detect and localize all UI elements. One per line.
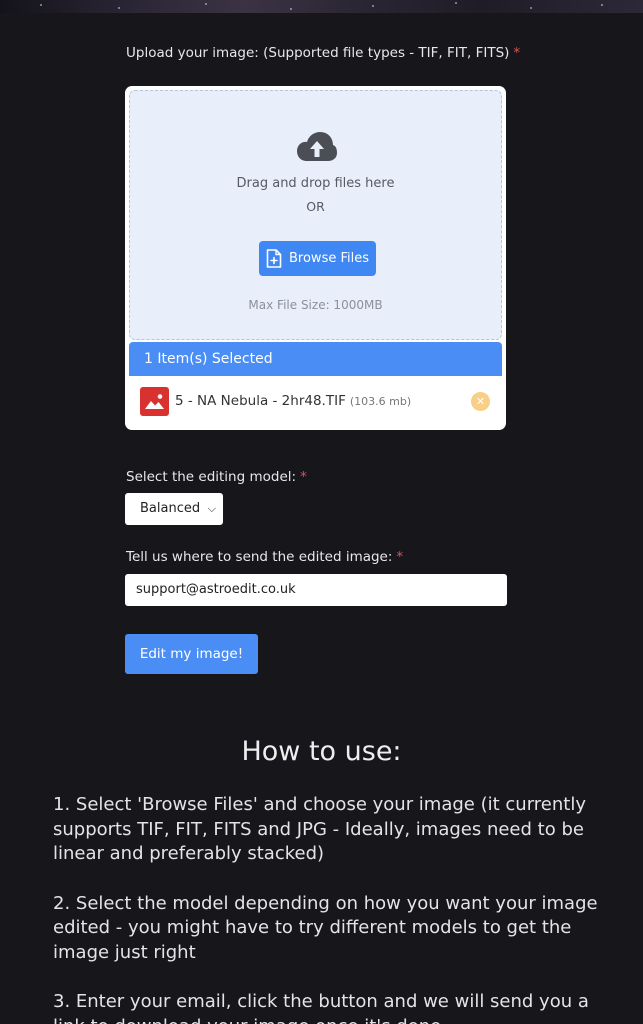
cloud-upload-icon [297,132,337,161]
how-to-steps: 1. Select 'Browse Files' and choose your… [53,793,613,1024]
selected-file-item: 5 - NA Nebula - 2hr48.TIF (103.6 mb) ✕ [129,378,502,426]
close-icon: ✕ [475,395,486,408]
email-input[interactable]: support@astroedit.co.uk [125,574,507,606]
editing-model-value: Balanced [140,501,201,516]
edit-image-button[interactable]: Edit my image! [125,634,258,674]
editing-model-select[interactable]: Balanced ⌵ [125,493,223,525]
selected-items-bar: 1 Item(s) Selected [129,342,502,376]
drag-drop-text: Drag and drop files here [236,176,395,191]
email-label: Tell us where to send the edited image: * [126,549,403,565]
step-2: 2. Select the model depending on how you… [53,892,598,963]
dropzone[interactable]: Drag and drop files here OR Browse Files… [129,90,502,340]
chevron-down-icon: ⌵ [207,502,216,515]
file-name: 5 - NA Nebula - 2hr48.TIF (103.6 mb) [175,393,411,409]
model-label-text: Select the editing model: [126,469,297,485]
required-mark: * [513,45,521,61]
file-size: (103.6 mb) [349,395,412,408]
or-text: OR [306,199,325,214]
file-plus-icon [266,249,282,268]
email-label-text: Tell us where to send the edited image: [126,549,393,565]
required-mark: * [396,549,404,565]
remove-file-button[interactable]: ✕ [471,392,490,411]
step-1: 1. Select 'Browse Files' and choose your… [53,794,586,864]
model-label: Select the editing model: * [126,469,307,485]
file-uploader: Drag and drop files here OR Browse Files… [125,86,506,430]
how-to-use-title: How to use: [241,736,402,767]
max-file-size: Max File Size: 1000MB [248,298,383,312]
upload-label: Upload your image: (Supported file types… [126,45,520,61]
image-file-icon [140,387,169,416]
required-mark: * [300,469,307,485]
step-3: 3. Enter your email, click the button an… [53,991,589,1024]
header-banner [0,0,643,13]
file-name-text: 5 - NA Nebula - 2hr48.TIF [175,393,346,409]
upload-label-text: Upload your image: (Supported file types… [126,45,510,61]
page: Upload your image: (Supported file types… [0,0,643,1024]
browse-files-label: Browse Files [289,251,369,266]
browse-files-button[interactable]: Browse Files [259,241,376,276]
